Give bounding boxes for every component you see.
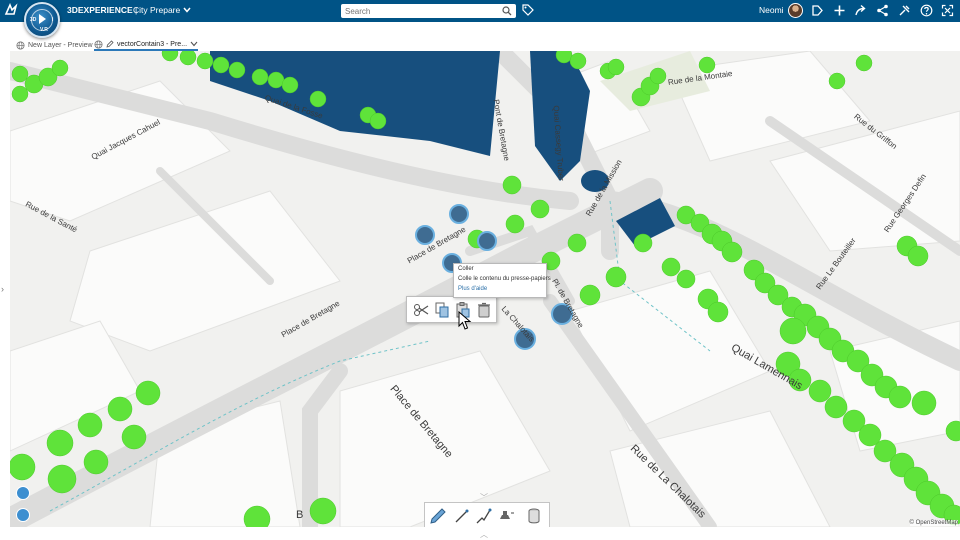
globe-icon <box>16 40 25 50</box>
tab-label: New Layer - Preview <box>28 41 93 49</box>
database-icon[interactable] <box>525 507 543 525</box>
tag-icon[interactable] <box>522 4 534 16</box>
play-icon[interactable] <box>39 14 46 24</box>
search-icon[interactable] <box>502 6 512 16</box>
app-name: City Prepare <box>133 5 181 15</box>
compass-info-label[interactable]: i <box>52 17 53 23</box>
plus-icon[interactable] <box>833 4 846 17</box>
avatar[interactable] <box>788 3 803 18</box>
menu-item-paste-description: Colle le contenu du presse-papiers <box>458 276 551 282</box>
search-box <box>341 4 516 18</box>
compass-widget[interactable]: 3D V.R i <box>24 2 60 38</box>
brand-title: 3DEXPERIENCE | <box>67 5 138 15</box>
mouse-cursor-icon <box>458 311 472 330</box>
map-layers-icon[interactable] <box>16 486 30 500</box>
copy-icon[interactable] <box>433 301 451 319</box>
share-icon[interactable] <box>854 4 867 17</box>
stamp-icon[interactable] <box>497 507 515 525</box>
menu-item-help[interactable]: Plus d'aide <box>454 284 546 294</box>
draw-polyline-icon[interactable] <box>475 507 493 525</box>
ds-logo-icon[interactable] <box>4 2 18 20</box>
chat-icon[interactable] <box>16 508 30 522</box>
expand-up-icon[interactable]: ︿ <box>480 529 488 540</box>
tools-icon[interactable] <box>898 4 911 17</box>
tab-label: vectorContain3 - Pre... <box>117 40 188 48</box>
search-input[interactable] <box>341 4 491 18</box>
app-menu-button[interactable]: City Prepare <box>133 5 191 15</box>
top-bar: 3DEXPERIENCE | City Prepare Neomi <box>0 0 960 22</box>
fullscreen-icon[interactable] <box>941 4 954 17</box>
tag-manager-icon[interactable] <box>811 4 824 17</box>
pencil-icon[interactable] <box>429 507 447 525</box>
drawing-toolbar <box>424 502 550 527</box>
network-icon[interactable] <box>876 4 889 17</box>
globe-icon <box>94 39 103 49</box>
trash-icon[interactable] <box>475 301 493 319</box>
chevron-down-icon <box>183 7 191 13</box>
context-menu: Coller Colle le contenu du presse-papier… <box>453 263 551 298</box>
street-label: B <box>296 509 304 521</box>
edit-toolbar <box>406 296 497 323</box>
side-panel-toggle-icon[interactable]: › <box>1 284 4 294</box>
tab-bar: New Layer - Preview vectorContain3 - Pre… <box>10 38 960 51</box>
compass-3d-label[interactable]: 3D <box>30 17 36 23</box>
compass-vr-label[interactable]: V.R <box>40 27 48 33</box>
scissors-icon[interactable] <box>413 301 431 319</box>
map-attribution[interactable]: © OpenStreetMap <box>909 520 958 526</box>
help-icon[interactable] <box>920 4 933 17</box>
pencil-icon <box>106 40 114 48</box>
draw-line-icon[interactable] <box>453 507 471 525</box>
menu-item-paste[interactable]: Coller <box>454 264 546 274</box>
chevron-down-icon[interactable] <box>190 41 198 47</box>
user-name[interactable]: Neomi <box>759 5 784 15</box>
tab-new-layer[interactable]: New Layer - Preview <box>16 39 93 51</box>
tab-vector-contain[interactable]: vectorContain3 - Pre... <box>94 39 199 51</box>
